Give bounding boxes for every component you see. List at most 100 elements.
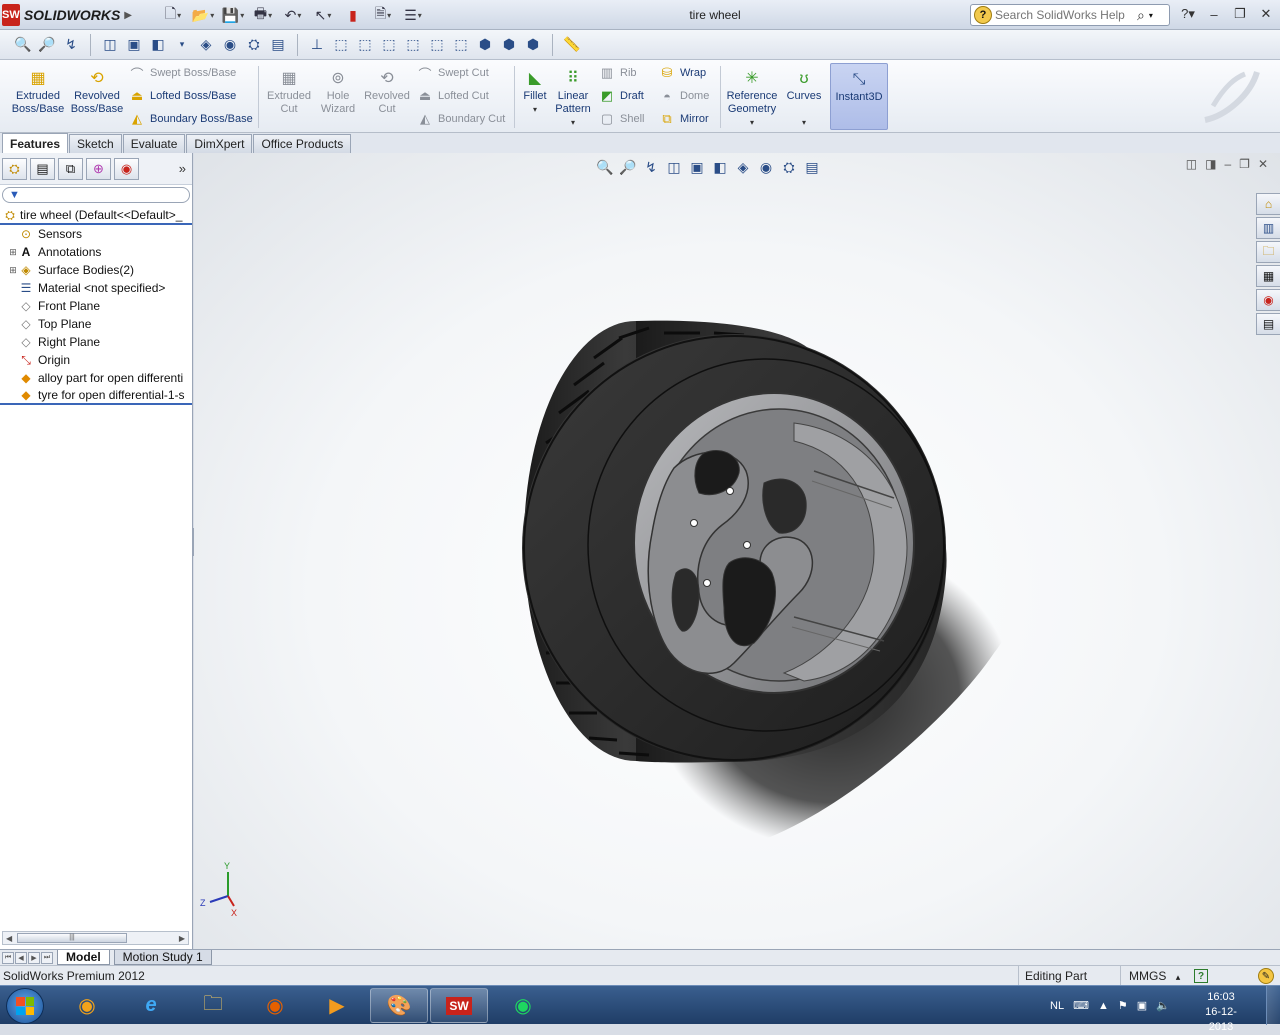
scroll-left-icon[interactable]: ◀ [3, 934, 15, 943]
tab-dimxpert[interactable]: DimXpert [186, 134, 253, 153]
help-menu-icon[interactable]: ?▾ [1178, 4, 1198, 24]
taskbar-media-player-icon[interactable]: ▶ [308, 988, 366, 1023]
taskbar-explorer-icon[interactable]: 🗀 [184, 988, 242, 1023]
rib-button[interactable]: ▥ Rib [598, 63, 637, 83]
quick-tips-icon[interactable]: ? [1194, 969, 1208, 983]
property-manager-tab-icon[interactable]: ▤ [30, 157, 55, 180]
extruded-cut-button[interactable]: ▦ Extruded Cut [262, 68, 316, 116]
options-icon[interactable]: ☰ ▾ [400, 4, 426, 26]
show-desktop-button[interactable] [1266, 986, 1280, 1025]
zoom-to-area-icon[interactable]: 🔎 [36, 34, 58, 56]
tab-model[interactable]: Model [57, 950, 110, 965]
fillet-dropdown-icon[interactable]: ▾ [533, 103, 537, 116]
boundary-cut-button[interactable]: ◭ Boundary Cut [416, 109, 505, 129]
scroll-right-icon[interactable]: ▶ [176, 934, 188, 943]
language-indicator[interactable]: NL [1050, 1000, 1064, 1012]
expand-tabs-icon[interactable]: » [179, 161, 186, 176]
taskbar-spotify-icon[interactable]: ◉ [494, 988, 552, 1023]
appearance-icon[interactable]: ◉ [219, 34, 241, 56]
bottom-view-icon[interactable]: ⬚ [450, 34, 472, 56]
tree-item-alloy-part[interactable]: ◆ alloy part for open differenti [0, 369, 192, 387]
taskbar-firefox-icon[interactable]: ◉ [246, 988, 304, 1023]
next-tab-icon[interactable]: ▶ [28, 951, 40, 964]
show-hidden-icons-icon[interactable]: ▲ [1098, 1000, 1109, 1012]
graphics-area[interactable]: 🔍 🔎 ↯ ◫ ▣ ◧ ◈ ◉ ⛭ ▤ ◫ ◨ – ❐ ✕ ⌂ ▥ 🗀 ▦ ◉ … [194, 153, 1280, 949]
tree-item-tyre[interactable]: ◆ tyre for open differential-1-s [0, 387, 192, 405]
notification-bubble-icon[interactable]: ✎ [1258, 968, 1274, 984]
tab-sketch[interactable]: Sketch [69, 134, 122, 153]
tree-root[interactable]: ⛭ tire wheel (Default<<Default>_ [0, 207, 192, 225]
section-view-icon[interactable]: ◫ [99, 34, 121, 56]
file-properties-icon[interactable]: 🗎 ▾ [370, 4, 396, 26]
new-document-icon[interactable]: 🗋 ▾ [160, 4, 186, 26]
print-icon[interactable]: 🖶 ▾ [250, 4, 276, 26]
tree-item-top-plane[interactable]: ◇ Top Plane [0, 315, 192, 333]
shell-button[interactable]: ▢ Shell [598, 109, 645, 129]
reference-geometry-button[interactable]: ✳ Reference Geometry ▾ [724, 68, 780, 129]
curves-dropdown-icon[interactable]: ▾ [802, 116, 806, 129]
action-center-flag-icon[interactable]: ⚑ [1118, 999, 1128, 1012]
tree-item-right-plane[interactable]: ◇ Right Plane [0, 333, 192, 351]
lofted-boss-button[interactable]: ⏏ Lofted Boss/Base [128, 86, 236, 106]
taskbar-internet-explorer-icon[interactable]: e [122, 988, 180, 1023]
prev-tab-icon[interactable]: ◀ [15, 951, 27, 964]
tree-filter[interactable]: ▼ [2, 187, 190, 203]
left-view-icon[interactable]: ⬚ [378, 34, 400, 56]
extruded-boss-button[interactable]: ▦ Extruded Boss/Base [8, 68, 68, 116]
expand-icon[interactable]: ⊞ [8, 265, 18, 276]
display-manager-tab-icon[interactable]: ◉ [114, 157, 139, 180]
instant3d-toggle[interactable]: ⤡ Instant3D [830, 63, 888, 130]
hide-show-items-icon[interactable]: ◈ [195, 34, 217, 56]
tire-wheel-model[interactable] [194, 153, 1280, 949]
search-icon[interactable]: ⌕ [1137, 7, 1145, 24]
pattern-dropdown-icon[interactable]: ▾ [571, 116, 575, 129]
first-tab-icon[interactable]: ⏮ [2, 951, 14, 964]
display-style-dropdown-icon[interactable]: ▾ [171, 34, 193, 56]
help-search-box[interactable]: ? ⌕ ▾ [970, 4, 1170, 26]
hole-wizard-button[interactable]: ⊚ Hole Wizard [316, 68, 360, 116]
expand-icon[interactable]: ⊞ [8, 247, 18, 258]
last-tab-icon[interactable]: ⏭ [41, 951, 53, 964]
normal-to-icon[interactable]: ⊥ [306, 34, 328, 56]
volume-icon[interactable]: 🔈 [1156, 999, 1170, 1012]
solidworks-menu[interactable]: SW SOLIDWORKS ▶ [2, 3, 132, 27]
tab-office-products[interactable]: Office Products [253, 134, 352, 153]
draft-button[interactable]: ◩ Draft [598, 86, 644, 106]
taskbar-paint-icon[interactable]: 🎨 [370, 988, 428, 1023]
tree-item-front-plane[interactable]: ◇ Front Plane [0, 297, 192, 315]
dimetric-view-icon[interactable]: ⬢ [522, 34, 544, 56]
previous-view-icon[interactable]: ↯ [60, 34, 82, 56]
scroll-thumb[interactable]: ||| [17, 933, 127, 943]
minimize-icon[interactable]: – [1204, 4, 1224, 24]
right-view-icon[interactable]: ⬚ [402, 34, 424, 56]
open-folder-icon[interactable]: 📂 ▾ [190, 4, 216, 26]
fillet-button[interactable]: ◣ Fillet ▾ [518, 68, 552, 116]
swept-cut-button[interactable]: ⌒ Swept Cut [416, 63, 488, 83]
select-pointer-icon[interactable]: ↖ ▾ [310, 4, 336, 26]
undo-icon[interactable]: ↶ ▾ [280, 4, 306, 26]
boundary-boss-button[interactable]: ◭ Boundary Boss/Base [128, 109, 253, 129]
search-dropdown-icon[interactable]: ▾ [1149, 11, 1153, 20]
rebuild-icon[interactable]: ▮ [340, 4, 366, 26]
lofted-cut-button[interactable]: ⏏ Lofted Cut [416, 86, 489, 106]
view-orientation-icon[interactable]: ▣ [123, 34, 145, 56]
tab-features[interactable]: Features [2, 133, 69, 153]
linear-pattern-button[interactable]: ⠿ Linear Pattern ▾ [552, 68, 594, 129]
swept-boss-button[interactable]: ⌒ Swept Boss/Base [128, 63, 236, 83]
help-search-input[interactable] [995, 8, 1135, 22]
view-settings-icon[interactable]: ▤ [267, 34, 289, 56]
clock[interactable]: 16:03 16-12-2013 [1196, 990, 1246, 1035]
close-icon[interactable]: ✕ [1256, 4, 1276, 24]
tree-item-annotations[interactable]: ⊞ A Annotations [0, 243, 192, 261]
revolved-cut-button[interactable]: ⟲ Revolved Cut [362, 68, 412, 116]
start-button[interactable] [6, 988, 44, 1024]
restore-icon[interactable]: ❐ [1230, 4, 1250, 24]
trimetric-view-icon[interactable]: ⬢ [498, 34, 520, 56]
measure-icon[interactable]: 📏 [561, 34, 583, 56]
display-style-icon[interactable]: ◧ [147, 34, 169, 56]
wrap-button[interactable]: ⛁ Wrap [658, 63, 707, 83]
taskbar-solidworks-icon[interactable]: SW [430, 988, 488, 1023]
feature-manager-tab-icon[interactable]: ⛭ [2, 157, 27, 180]
dome-button[interactable]: ◓ Dome [658, 86, 709, 106]
isometric-view-icon[interactable]: ⬢ [474, 34, 496, 56]
